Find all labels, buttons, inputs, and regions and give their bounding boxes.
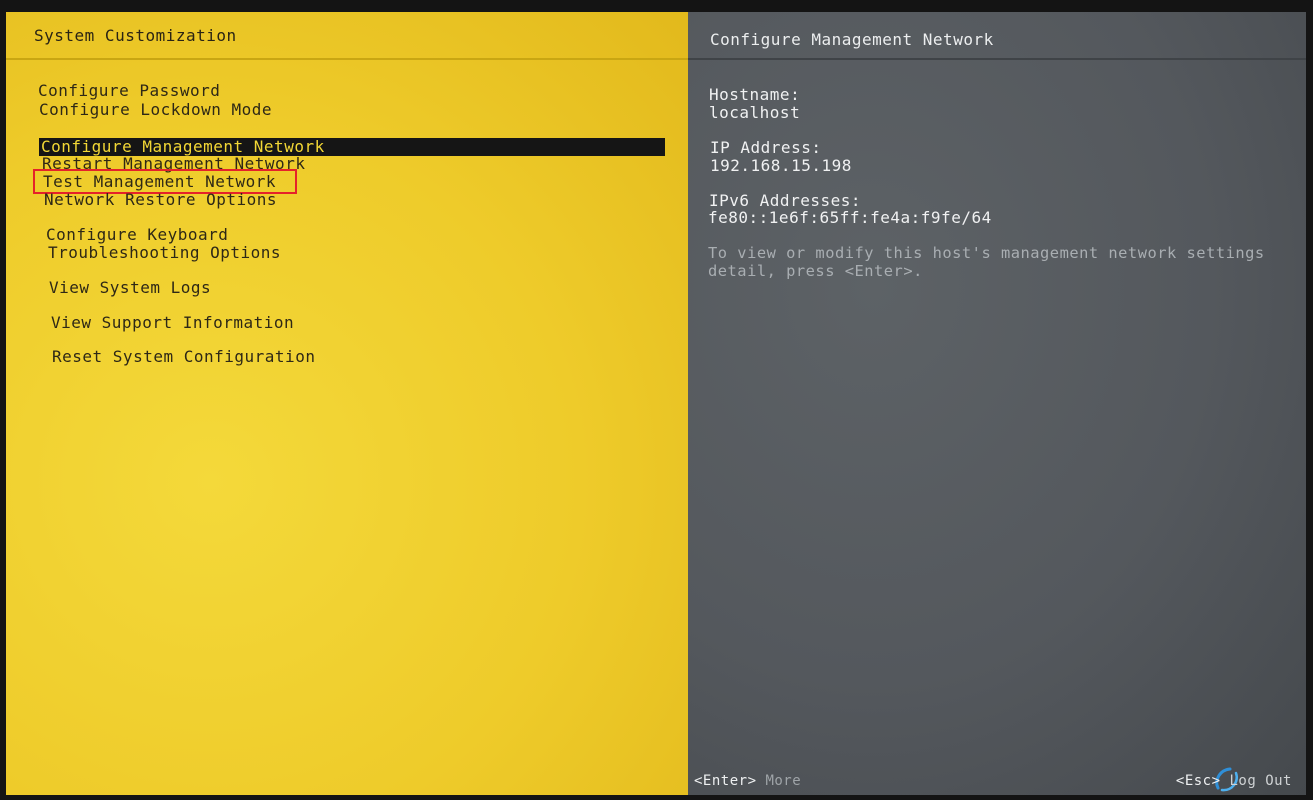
help-text-line-1: To view or modify this host's management… bbox=[708, 244, 1265, 262]
footer-esc-logout[interactable]: <Esc> Log Out bbox=[1176, 772, 1292, 790]
title-divider bbox=[688, 58, 1306, 60]
more-label: More bbox=[765, 773, 802, 789]
esxi-dcui-screen: System Customization Configure Password … bbox=[0, 0, 1313, 800]
footer-enter-more[interactable]: <Enter> More bbox=[694, 772, 801, 790]
panel-title: Configure Management Network bbox=[710, 30, 994, 49]
ipv6-addresses-value: fe80::1e6f:65ff:fe4a:f9fe/64 bbox=[708, 208, 992, 227]
ip-address-value: 192.168.15.198 bbox=[710, 156, 852, 175]
menu-item-configure-lockdown-mode[interactable]: Configure Lockdown Mode bbox=[37, 101, 274, 119]
menu-item-reset-system-configuration[interactable]: Reset System Configuration bbox=[50, 348, 317, 366]
menu-item-troubleshooting-options[interactable]: Troubleshooting Options bbox=[46, 244, 283, 262]
system-customization-panel: System Customization Configure Password … bbox=[6, 12, 688, 795]
menu-item-view-system-logs[interactable]: View System Logs bbox=[47, 279, 213, 297]
title-divider bbox=[6, 58, 688, 60]
log-out-label: Log Out bbox=[1229, 773, 1292, 789]
panel-title: System Customization bbox=[34, 26, 237, 45]
ip-address-label: IP Address: bbox=[710, 138, 822, 157]
hostname-label: Hostname: bbox=[709, 85, 801, 104]
esc-key-label: <Esc> bbox=[1175, 773, 1221, 789]
help-text-line-2: detail, press <Enter>. bbox=[708, 262, 923, 280]
menu-item-view-support-information[interactable]: View Support Information bbox=[49, 314, 296, 332]
menu-item-configure-password[interactable]: Configure Password bbox=[36, 82, 222, 100]
enter-key-label: <Enter> bbox=[694, 773, 757, 789]
hostname-value: localhost bbox=[709, 103, 801, 122]
configure-management-network-panel: Configure Management Network Hostname: l… bbox=[688, 12, 1306, 795]
menu-item-network-restore-options[interactable]: Network Restore Options bbox=[42, 191, 279, 209]
menu-item-configure-keyboard[interactable]: Configure Keyboard bbox=[44, 226, 230, 244]
